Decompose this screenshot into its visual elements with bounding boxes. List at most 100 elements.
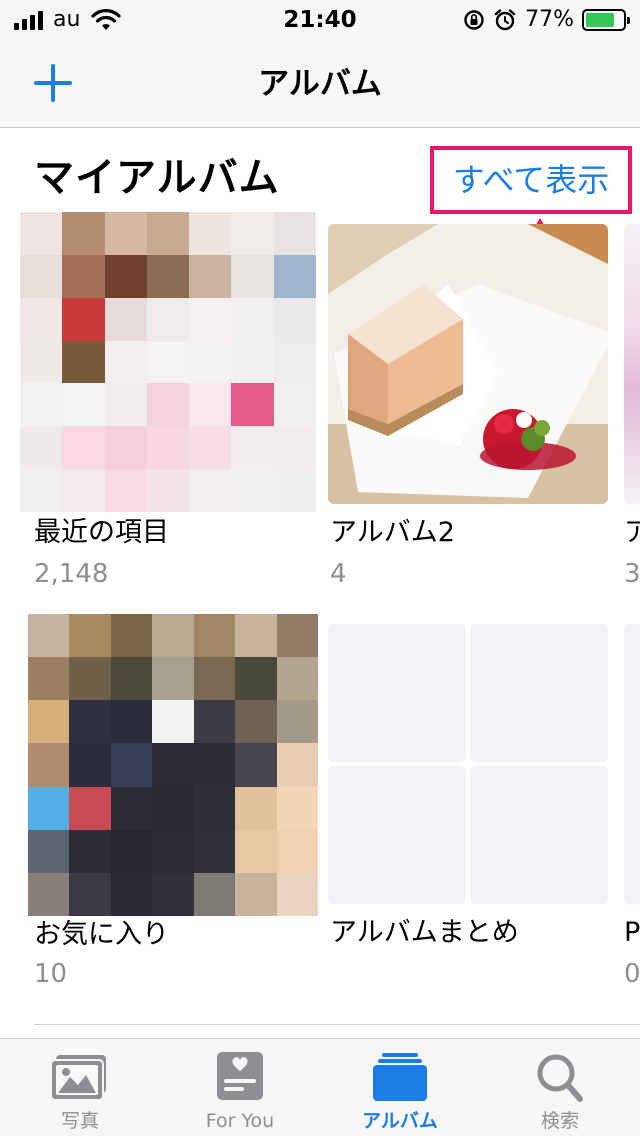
mosaic-tile [104, 254, 147, 298]
mosaic-tile [28, 786, 70, 830]
album-count: 3 [624, 559, 640, 589]
mosaic-tile [276, 786, 318, 830]
mosaic-tile [235, 614, 277, 658]
mosaic-tile [276, 614, 318, 658]
mosaic-tile [28, 829, 70, 873]
mosaic-tile [189, 297, 232, 341]
album-thumbnail [20, 212, 316, 512]
mosaic-tile [193, 872, 236, 916]
tab-label: 写真 [60, 1110, 99, 1132]
mosaic-tile [231, 254, 274, 298]
album-name: 最近の項目 [34, 517, 169, 548]
mosaic-tile [273, 383, 316, 427]
tab-label: 検索 [540, 1110, 579, 1132]
section-title: マイアルバム [34, 155, 280, 201]
mosaic-tile [231, 340, 274, 384]
album-count: 10 [34, 959, 68, 989]
mosaic-tile [110, 614, 153, 658]
status-bar: au 21:40 77% [0, 0, 640, 40]
empty-slot [470, 766, 608, 904]
mosaic-tile [193, 614, 236, 658]
mosaic-tile [62, 297, 105, 341]
mosaic-tile [69, 786, 111, 830]
mosaic-tile [146, 469, 190, 512]
mosaic-tile [273, 254, 316, 298]
album-tile-album2[interactable]: アルバム2 4 [328, 224, 608, 590]
mosaic-tile [152, 743, 194, 787]
see-all-label: すべて表示 [452, 161, 610, 199]
for-you-icon [217, 1052, 263, 1100]
mosaic-tile [69, 743, 111, 787]
album-tile-partial-2[interactable]: P 0 [624, 624, 640, 994]
mosaic-tile [110, 657, 153, 701]
mosaic-tile [235, 829, 277, 873]
album-tile-partial-1[interactable]: ア 3 [624, 224, 640, 590]
album-tile-favorites[interactable]: お気に入り 10 [28, 614, 318, 994]
folder-thumbnail [328, 624, 608, 904]
alarm-icon [494, 9, 516, 31]
album-name: アルバム2 [330, 517, 455, 548]
mosaic-tile [152, 700, 194, 744]
mosaic-tile [235, 872, 277, 916]
tab-for-you[interactable]: For You [160, 1039, 320, 1136]
mosaic-tile [193, 700, 236, 744]
mosaic-tile [273, 297, 316, 341]
tab-label: アルバム [362, 1110, 438, 1132]
album-count: 0 [624, 959, 640, 989]
mosaic-tile [104, 297, 147, 341]
mosaic-tile [28, 657, 70, 701]
mosaic-tile [104, 340, 147, 384]
mosaic-tile [235, 700, 277, 744]
tab-albums[interactable]: アルバム [320, 1039, 480, 1136]
mosaic-tile [193, 657, 236, 701]
album-tile-collection[interactable]: アルバムまとめ [328, 624, 608, 994]
empty-slot [470, 624, 608, 762]
navigation-bar: アルバム [0, 40, 640, 128]
mosaic-tile [69, 829, 111, 873]
mosaic-tile [235, 657, 277, 701]
mosaic-tile [152, 872, 194, 916]
mosaic-tile [110, 829, 153, 873]
tab-search[interactable]: 検索 [480, 1039, 640, 1136]
mosaic-tile [28, 743, 70, 787]
status-right: 77% [463, 7, 630, 32]
album-tile-recents[interactable]: 最近の項目 2,148 [20, 212, 316, 602]
empty-slot [328, 766, 466, 904]
mosaic-tile [28, 614, 70, 658]
battery-icon [582, 9, 630, 31]
mosaic-tile [152, 829, 194, 873]
mosaic-tile [189, 340, 232, 384]
see-all-button[interactable]: すべて表示 [430, 146, 632, 214]
mosaic-tile [273, 340, 316, 384]
mosaic-tile [189, 212, 232, 255]
tab-photos[interactable]: 写真 [0, 1039, 160, 1136]
mosaic-tile [193, 829, 236, 873]
mosaic-tile [231, 212, 274, 255]
mosaic-tile [104, 383, 147, 427]
album-thumbnail [328, 224, 608, 504]
mosaic-tile [152, 786, 194, 830]
album-count: 4 [330, 559, 347, 589]
mosaic-tile [146, 383, 190, 427]
mosaic-tile [28, 700, 70, 744]
album-name: アルバムまとめ [330, 917, 519, 948]
mosaic-tile [189, 383, 232, 427]
section-divider [34, 1024, 640, 1025]
mosaic-tile [20, 254, 63, 298]
mosaic-tile [152, 614, 194, 658]
mosaic-tile [273, 212, 316, 255]
mosaic-tile [276, 872, 318, 916]
battery-fill [586, 13, 614, 27]
mosaic-tile [273, 426, 316, 470]
mosaic-tile [69, 614, 111, 658]
mosaic-tile [104, 426, 147, 470]
mosaic-tile [146, 340, 190, 384]
mosaic-tile [276, 743, 318, 787]
mosaic-tile [152, 657, 194, 701]
empty-slot [328, 624, 466, 762]
mosaic-tile [146, 426, 190, 470]
battery-percent: 77% [525, 7, 574, 32]
mosaic-tile [20, 340, 63, 384]
mosaic-tile [62, 212, 105, 255]
mosaic-tile [104, 212, 147, 255]
